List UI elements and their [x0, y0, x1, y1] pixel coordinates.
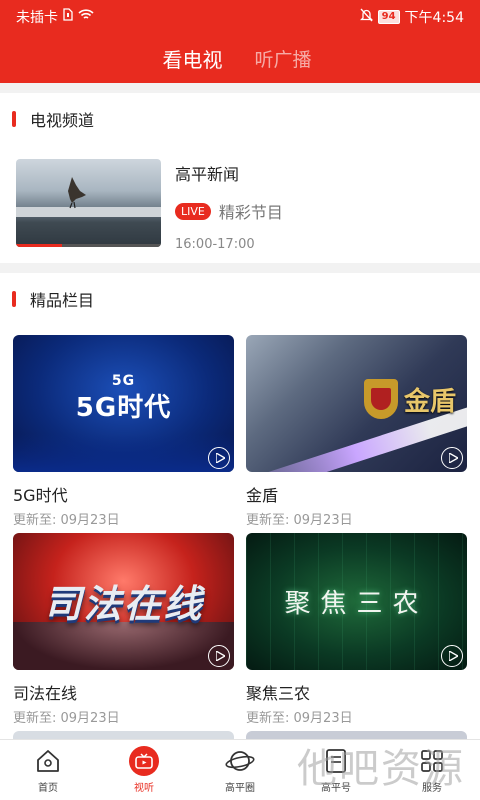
status-time: 下午4:54	[404, 9, 464, 26]
update-date: 更新至: 09月23日	[246, 711, 353, 726]
nav-label: 首页	[38, 783, 58, 794]
channel-item[interactable]: 高平新闻 LIVE 精彩节目 16:00-17:00	[0, 145, 480, 263]
play-icon[interactable]	[208, 447, 230, 469]
tab-listen-radio[interactable]: 听广播	[254, 45, 311, 72]
program-name: 司法在线	[13, 684, 78, 703]
sim-icon	[63, 8, 73, 25]
section-marker	[12, 111, 16, 127]
nav-item-account[interactable]: 高平号	[288, 740, 384, 800]
play-icon[interactable]	[441, 447, 463, 469]
nav-label: 高平圈	[225, 783, 255, 794]
planet-icon	[225, 745, 255, 777]
play-icon[interactable]	[441, 645, 463, 667]
program-card-sifa[interactable]: 司法在线 司法在线 更新至: 09月23日	[13, 533, 234, 731]
program-cover[interactable]: 司法在线	[13, 533, 234, 670]
main-content: 电视频道 高平新闻 LIVE 精彩节目 16:00-17:00 精品栏目 5G …	[0, 93, 480, 739]
nav-item-home[interactable]: 首页	[0, 740, 96, 800]
top-tabs: 看电视 听广播	[0, 33, 480, 83]
shield-icon	[364, 379, 398, 419]
nav-item-service[interactable]: 服务	[384, 740, 480, 800]
channel-thumbnail[interactable]	[16, 159, 161, 247]
next-row-peek	[0, 731, 480, 739]
tab-watch-tv[interactable]: 看电视	[162, 44, 222, 73]
section-title-featured: 精品栏目	[30, 291, 95, 310]
cover-art-text: 金盾	[404, 386, 457, 417]
update-date: 更新至: 09月23日	[246, 513, 353, 528]
program-card-jindun[interactable]: 金盾 金盾 更新至: 09月23日	[246, 335, 467, 533]
home-icon	[34, 745, 62, 777]
battery-indicator: 94	[377, 9, 400, 24]
nav-item-media[interactable]: 视听	[96, 740, 192, 800]
status-bar: 未插卡 94 下午4:54	[0, 0, 480, 33]
program-title: 精彩节目	[218, 203, 283, 222]
nav-label: 服务	[422, 783, 442, 794]
program-cover[interactable]: 聚焦三农	[246, 533, 467, 670]
section-title-tv: 电视频道	[30, 111, 95, 130]
program-card-5g[interactable]: 5G 5G时代 5G时代 更新至: 09月23日	[13, 335, 234, 533]
update-date: 更新至: 09月23日	[13, 513, 120, 528]
nav-label: 高平号	[321, 783, 351, 794]
program-cover[interactable]: 金盾	[246, 335, 467, 472]
bird-image	[68, 177, 86, 209]
channel-progress-bar	[16, 244, 161, 247]
nav-label: 视听	[134, 783, 154, 794]
cover-art-text: 司法在线	[43, 582, 204, 626]
section-marker	[12, 291, 16, 307]
grid-icon	[419, 745, 445, 777]
program-name: 金盾	[246, 486, 279, 505]
tv-channel-section: 电视频道 高平新闻 LIVE 精彩节目 16:00-17:00	[0, 93, 480, 263]
program-cover[interactable]: 5G 5G时代	[13, 335, 234, 472]
program-grid: 5G 5G时代 5G时代 更新至: 09月23日 金盾 金盾 更新至: 09月2…	[0, 325, 480, 731]
update-date: 更新至: 09月23日	[13, 711, 120, 726]
carrier-text: 未插卡	[16, 9, 58, 26]
cover-art-text: 聚焦三农	[284, 589, 429, 619]
app-header: 未插卡 94 下午4:54 看电视 听广播	[0, 0, 480, 83]
nav-item-circle[interactable]: 高平圈	[192, 740, 288, 800]
cover-art-text: 5G时代	[75, 393, 172, 423]
program-name: 聚焦三农	[246, 684, 311, 703]
tv-icon	[129, 745, 159, 777]
live-badge: LIVE	[175, 202, 211, 220]
document-icon	[323, 745, 349, 777]
play-icon[interactable]	[208, 645, 230, 667]
wifi-icon	[78, 8, 94, 25]
program-card-sannong[interactable]: 聚焦三农 聚焦三农 更新至: 09月23日	[246, 533, 467, 731]
mute-bell-icon	[359, 8, 373, 26]
program-time: 16:00-17:00	[175, 237, 255, 252]
featured-section: 精品栏目 5G 5G时代 5G时代 更新至: 09月23日 金盾 金盾 更新至:…	[0, 273, 480, 739]
program-name: 5G时代	[13, 486, 68, 505]
bottom-navigation: 首页 视听 高平圈 高平号 服务	[0, 739, 480, 800]
channel-name: 高平新闻	[175, 165, 240, 184]
